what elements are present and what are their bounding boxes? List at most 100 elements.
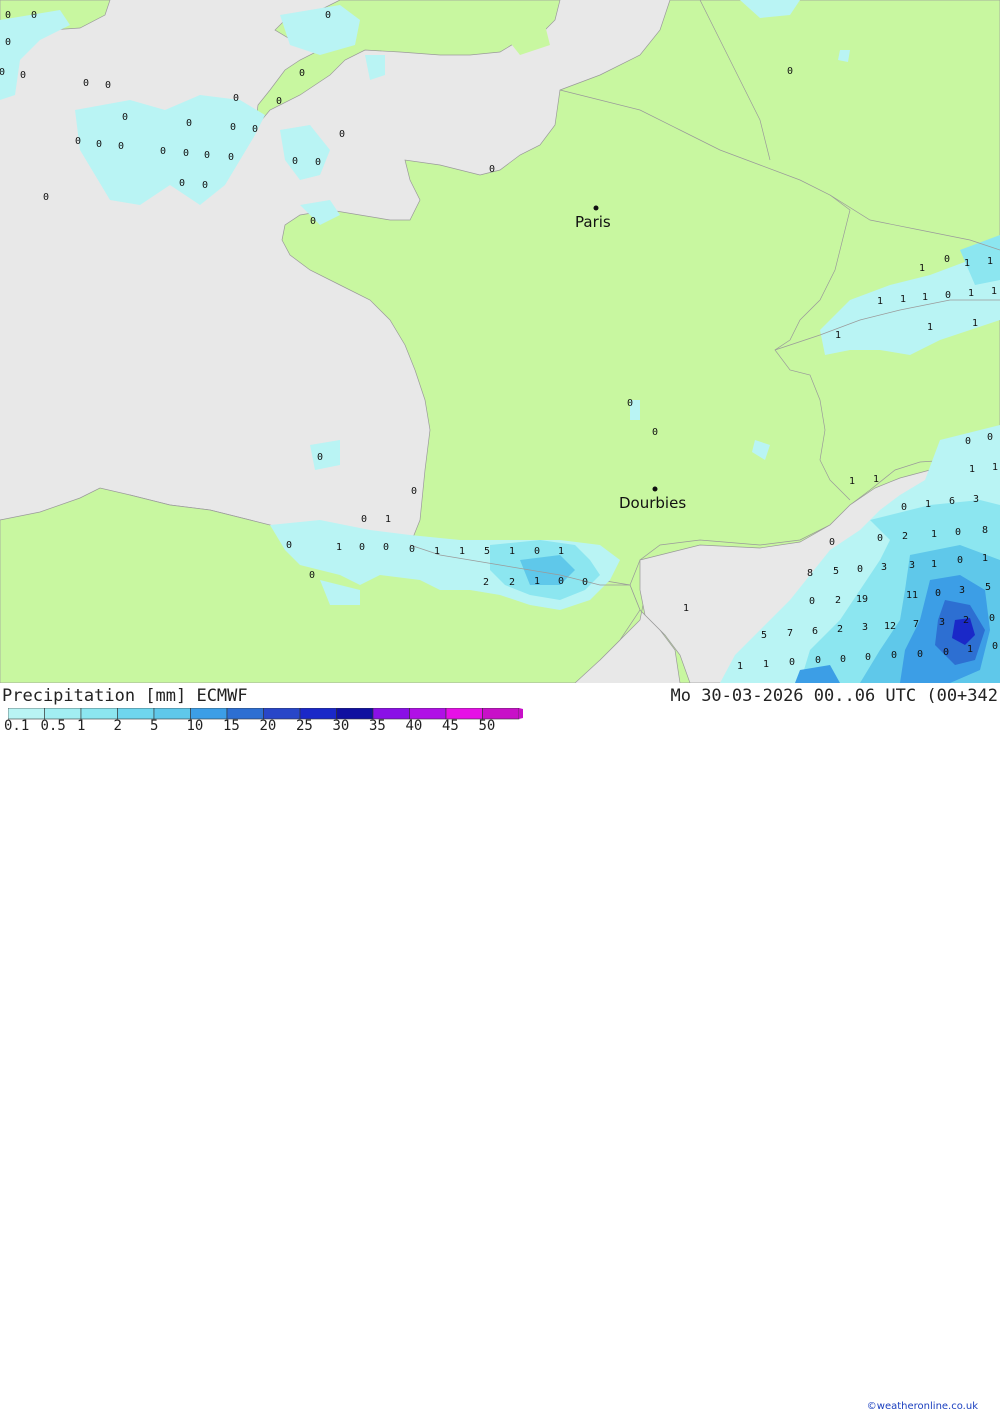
scale-label: 35 bbox=[369, 718, 386, 734]
precip-value: 1 bbox=[925, 499, 931, 510]
precip-value: 0 bbox=[489, 164, 495, 175]
scale-label: 20 bbox=[259, 718, 277, 734]
precip-value: 0 bbox=[558, 576, 564, 587]
precip-value: 0 bbox=[276, 96, 282, 107]
precip-value: 0 bbox=[989, 613, 995, 624]
precip-value: 1 bbox=[991, 286, 997, 297]
precip-value: 0 bbox=[965, 436, 971, 447]
precip-value: 3 bbox=[909, 560, 915, 571]
precip-value: 6 bbox=[812, 626, 818, 637]
precip-value: 0 bbox=[5, 10, 11, 21]
precip-value: 0 bbox=[204, 150, 210, 161]
precip-value: 1 bbox=[683, 603, 689, 614]
precip-value: 0 bbox=[233, 93, 239, 104]
scale-label: 30 bbox=[332, 718, 350, 734]
city-label: Dourbies bbox=[619, 494, 686, 512]
precip-value: 2 bbox=[837, 624, 843, 635]
precip-value: 11 bbox=[906, 590, 918, 601]
precip-value: 0 bbox=[183, 148, 189, 159]
city-marker bbox=[652, 486, 658, 492]
precip-value: 1 bbox=[967, 644, 973, 655]
scale-label: 5 bbox=[150, 718, 159, 734]
precip-value: 1 bbox=[964, 258, 970, 269]
city-label: Paris bbox=[575, 213, 611, 231]
precip-value: 1 bbox=[968, 288, 974, 299]
precip-value: 0 bbox=[582, 577, 588, 588]
precip-value: 0 bbox=[339, 129, 345, 140]
precip-value: 1 bbox=[385, 514, 391, 525]
precip-value: 0 bbox=[987, 432, 993, 443]
precip-value: 5 bbox=[985, 582, 991, 593]
precip-value: 0 bbox=[652, 427, 658, 438]
precip-value: 1 bbox=[434, 546, 440, 557]
precip-value: 2 bbox=[483, 577, 489, 588]
precip-value: 0 bbox=[315, 157, 321, 168]
map-title: Precipitation [mm] ECMWF bbox=[2, 686, 248, 706]
precip-value: 0 bbox=[935, 588, 941, 599]
precip-value: 5 bbox=[761, 630, 767, 641]
precip-value: 0 bbox=[299, 68, 305, 79]
credit-link[interactable]: ©weatheronline.co.uk bbox=[867, 1401, 978, 1412]
precip-value: 1 bbox=[931, 559, 937, 570]
precip-value: 0 bbox=[83, 78, 89, 89]
precip-value: 0 bbox=[317, 452, 323, 463]
precip-value: 1 bbox=[336, 542, 342, 553]
precip-value: 1 bbox=[558, 546, 564, 557]
precip-value: 0 bbox=[118, 141, 124, 152]
precip-value: 1 bbox=[972, 318, 978, 329]
precip-value: 0 bbox=[411, 486, 417, 497]
scale-swatch bbox=[117, 708, 155, 720]
precip-value: 0 bbox=[359, 542, 365, 553]
scale-label: 15 bbox=[223, 718, 240, 734]
scale-label: 40 bbox=[405, 718, 423, 734]
precip-value: 1 bbox=[931, 529, 937, 540]
precip-value: 0 bbox=[787, 66, 793, 77]
scale-label: 1 bbox=[77, 718, 86, 734]
city-marker bbox=[593, 205, 599, 211]
precip-value: 0 bbox=[160, 146, 166, 157]
precip-value: 0 bbox=[202, 180, 208, 191]
precip-value: 0 bbox=[383, 542, 389, 553]
precip-value: 0 bbox=[230, 122, 236, 133]
precip-value: 3 bbox=[939, 617, 945, 628]
precip-value: 3 bbox=[881, 562, 887, 573]
precip-value: 0 bbox=[310, 216, 316, 227]
precip-value: 0 bbox=[105, 80, 111, 91]
precip-value: 19 bbox=[856, 594, 868, 605]
precip-value: 1 bbox=[534, 576, 540, 587]
precip-value: 0 bbox=[943, 647, 949, 658]
precip-value: 0 bbox=[252, 124, 258, 135]
precip-value: 0 bbox=[20, 70, 26, 81]
precip-value: 0 bbox=[31, 10, 37, 21]
precip-value: 0 bbox=[179, 178, 185, 189]
precip-value: 0 bbox=[815, 655, 821, 666]
precip-value: 5 bbox=[833, 566, 839, 577]
precip-value: 1 bbox=[459, 546, 465, 557]
precip-value: 0 bbox=[286, 540, 292, 551]
precip-value: 0 bbox=[186, 118, 192, 129]
scale-swatch bbox=[80, 708, 118, 720]
precip-value: 0 bbox=[228, 152, 234, 163]
scale-label: 50 bbox=[478, 718, 496, 734]
precip-value: 0 bbox=[957, 555, 963, 566]
precip-value: 0 bbox=[992, 641, 998, 652]
precip-value: 0 bbox=[857, 564, 863, 575]
precip-value: 8 bbox=[982, 525, 988, 536]
precip-value: 1 bbox=[982, 553, 988, 564]
precip-value: 0 bbox=[409, 544, 415, 555]
precip-value: 0 bbox=[840, 654, 846, 665]
precip-value: 1 bbox=[849, 476, 855, 487]
precip-value: 2 bbox=[963, 615, 969, 626]
precip-value: 0 bbox=[865, 652, 871, 663]
precip-value: 0 bbox=[325, 10, 331, 21]
precip-value: 0 bbox=[43, 192, 49, 203]
precip-value: 0 bbox=[789, 657, 795, 668]
precip-value: 0 bbox=[0, 67, 5, 78]
scale-label: 0.5 bbox=[40, 718, 66, 734]
precip-value: 1 bbox=[969, 464, 975, 475]
precip-value: 0 bbox=[534, 546, 540, 557]
forecast-datetime: Mo 30-03-2026 00..06 UTC (00+342 bbox=[670, 686, 998, 706]
precip-value: 0 bbox=[901, 502, 907, 513]
scale-swatch bbox=[153, 708, 191, 720]
precip-value: 0 bbox=[891, 650, 897, 661]
